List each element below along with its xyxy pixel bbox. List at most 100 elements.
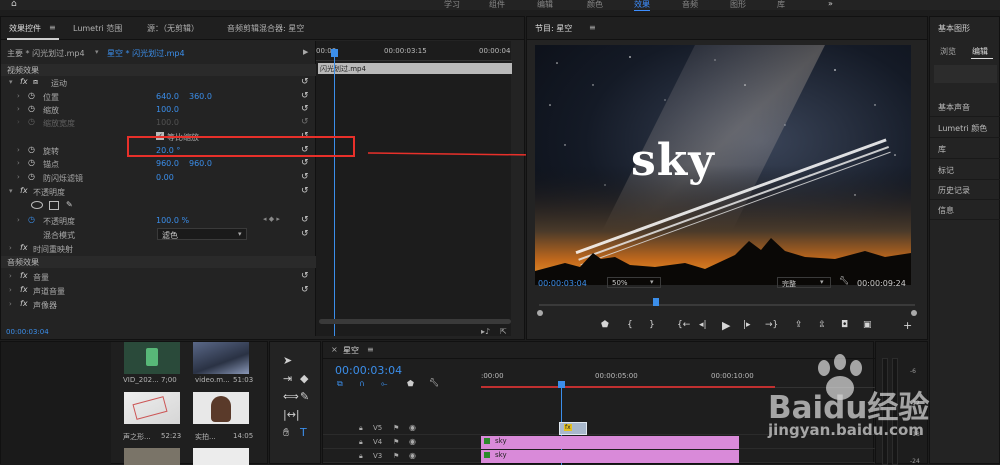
workspace-effects[interactable]: 效果: [634, 0, 650, 11]
timeline-playhead-head[interactable]: [558, 381, 565, 388]
ripple-edit-tool-icon[interactable]: ⟺: [283, 390, 299, 403]
play-audio-icon[interactable]: ▸♪: [481, 327, 490, 336]
program-scrub-bar[interactable]: [539, 304, 915, 306]
tab-source[interactable]: 源：（无剪辑）: [147, 23, 199, 34]
compare-view-icon[interactable]: ▣: [863, 320, 872, 330]
home-icon[interactable]: ⌂: [11, 0, 17, 9]
hand-tool-icon[interactable]: ✋︎: [283, 426, 289, 440]
nest-icon[interactable]: ⧉: [337, 379, 343, 389]
menu-icon[interactable]: ≡: [589, 23, 596, 32]
reset-icon[interactable]: ↺: [301, 158, 309, 168]
sequence-clip-label[interactable]: 星空 * 闪光划过.mp4: [107, 48, 185, 59]
mini-playhead-head[interactable]: [331, 49, 338, 57]
chevron-right-icon[interactable]: ›: [9, 244, 12, 252]
add-marker-icon[interactable]: ⬟: [601, 320, 609, 330]
workspace-editing[interactable]: 编辑: [537, 0, 553, 10]
extract-icon[interactable]: ⇫: [818, 320, 826, 330]
chevron-right-icon[interactable]: ›: [9, 286, 12, 294]
eye-icon[interactable]: ◉: [409, 437, 416, 446]
eye-icon[interactable]: ◉: [409, 423, 416, 432]
chevron-right-icon[interactable]: ›: [17, 216, 20, 224]
scroll-handle-left[interactable]: [537, 310, 543, 316]
thumbnail-person[interactable]: [193, 392, 249, 424]
wrench-icon[interactable]: 🔧︎: [429, 378, 439, 387]
wrench-icon[interactable]: 🔧︎: [839, 276, 849, 285]
stopwatch-icon[interactable]: ◷: [28, 145, 35, 154]
clip-fx-v5[interactable]: fx: [559, 422, 587, 435]
reset-icon[interactable]: ↺: [301, 271, 309, 281]
mini-playhead[interactable]: [334, 51, 335, 336]
reset-icon[interactable]: ↺: [301, 215, 309, 225]
razor-tool-icon[interactable]: ◆: [300, 372, 308, 385]
history-item[interactable]: 历史记录: [930, 180, 1000, 200]
position-y-value[interactable]: 360.0: [189, 92, 212, 101]
reset-icon[interactable]: ↺: [301, 77, 309, 87]
lock-icon[interactable]: 🔒︎: [359, 452, 363, 461]
scroll-handle-right[interactable]: [911, 310, 917, 316]
sky-title-text[interactable]: sky: [631, 135, 715, 186]
opacity-group-row[interactable]: ▾ fx 不透明度 ↺: [1, 185, 316, 198]
workspace-assembly[interactable]: 组件: [489, 0, 505, 10]
add-marker-icon[interactable]: ⬟: [407, 379, 414, 388]
stopwatch-icon[interactable]: ◷: [28, 215, 35, 224]
reset-icon[interactable]: ↺: [301, 229, 309, 239]
chevron-down-icon[interactable]: ▾: [9, 187, 13, 195]
quality-select[interactable]: 完整 ▾: [777, 277, 831, 288]
step-back-icon[interactable]: ◂|: [699, 320, 707, 330]
libraries-item[interactable]: 库: [930, 139, 1000, 159]
scale-value[interactable]: 100.0: [156, 105, 179, 114]
mini-clip-bar[interactable]: 闪光划过.mp4: [318, 63, 512, 74]
track-label-v4[interactable]: V4: [373, 438, 382, 446]
essential-sound-item[interactable]: 基本声音: [930, 97, 1000, 117]
stopwatch-icon[interactable]: ◷: [28, 158, 35, 167]
markers-item[interactable]: 标记: [930, 160, 1000, 180]
mini-timeline-ruler[interactable]: 00:00 00:00:03:15 00:00:04: [316, 41, 512, 61]
slip-tool-icon[interactable]: |↔|: [283, 408, 300, 421]
workspace-audio[interactable]: 音频: [682, 0, 698, 10]
play-only-icon[interactable]: ▶: [303, 48, 308, 56]
blend-mode-select[interactable]: 滤色 ▾: [157, 228, 247, 240]
tab-audio-clip-mixer[interactable]: 音频剪辑混合器: 星空: [227, 23, 304, 34]
thumbnail-anime[interactable]: [124, 392, 180, 424]
go-to-in-icon[interactable]: {←: [677, 320, 690, 330]
workspace-libraries[interactable]: 库: [777, 0, 785, 10]
chevron-right-icon[interactable]: ›: [17, 105, 20, 113]
clip-sky-v3[interactable]: sky: [481, 450, 739, 463]
stopwatch-icon[interactable]: ◷: [28, 172, 35, 181]
reset-icon[interactable]: ↺: [301, 91, 309, 101]
go-to-out-icon[interactable]: →}: [765, 320, 778, 330]
master-clip-label[interactable]: 主要 * 闪光划过.mp4: [7, 48, 85, 59]
motion-row[interactable]: ▾ fx ⧈ 运动 ↺: [1, 76, 316, 89]
chevron-right-icon[interactable]: ›: [9, 300, 12, 308]
panner-row[interactable]: › fx 声像器: [1, 298, 316, 311]
volume-row[interactable]: › fx 音量 ↺: [1, 270, 316, 283]
type-tool-icon[interactable]: T: [300, 426, 307, 439]
snap-icon[interactable]: ∩: [359, 379, 365, 388]
reset-icon[interactable]: ↺: [301, 172, 309, 182]
linked-select-icon[interactable]: ⟜: [381, 379, 387, 389]
thumbnail-6[interactable]: [193, 448, 249, 465]
sync-icon[interactable]: ⚑: [393, 452, 399, 460]
sync-icon[interactable]: ⚑: [393, 438, 399, 446]
track-label-v5[interactable]: V5: [373, 424, 382, 432]
menu-icon[interactable]: ≡: [49, 23, 56, 32]
time-remap-row[interactable]: › fx 时间重映射: [1, 242, 316, 255]
stopwatch-icon[interactable]: ◷: [28, 104, 35, 113]
program-current-time[interactable]: 00:00:03:04: [538, 279, 587, 288]
opacity-value[interactable]: 100.0 %: [156, 216, 189, 225]
tab-lumetri-scopes[interactable]: Lumetri 范围: [73, 23, 122, 34]
workspace-graphics[interactable]: 图形: [730, 0, 746, 10]
lock-icon[interactable]: 🔒︎: [359, 438, 363, 447]
video-frame[interactable]: sky: [535, 45, 911, 285]
tab-effect-controls[interactable]: 效果控件: [9, 23, 41, 34]
track-label-v3[interactable]: V3: [373, 452, 382, 460]
close-icon[interactable]: ×: [331, 345, 338, 354]
tab-program[interactable]: 节目: 星空: [535, 23, 572, 34]
rectangle-mask-icon[interactable]: [49, 201, 59, 210]
chevron-right-icon[interactable]: ›: [17, 92, 20, 100]
position-x-value[interactable]: 640.0: [156, 92, 179, 101]
tab-edit[interactable]: 编辑: [972, 46, 988, 57]
add-button-icon[interactable]: +: [903, 319, 912, 332]
reset-icon[interactable]: ↺: [301, 186, 309, 196]
lift-icon[interactable]: ⇪: [795, 320, 803, 330]
